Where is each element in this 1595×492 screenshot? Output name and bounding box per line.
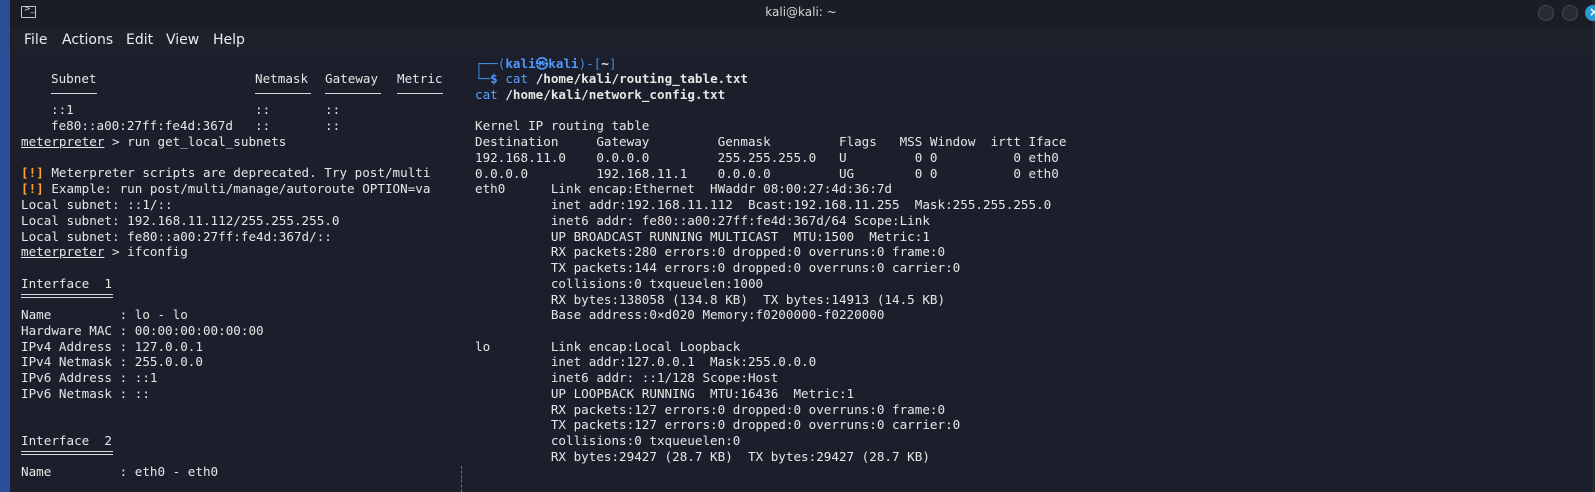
interface-field: Name : eth0 - eth0 (21, 464, 219, 479)
prompt-user: kali (505, 56, 536, 71)
output-line: 192.168.11.0 0.0.0.0 255.255.255.0 U 0 0… (475, 150, 1059, 165)
terminal-pane-right[interactable]: ┌──(kali㉿kali)-[~] └─$ cat /home/kali/ro… (468, 56, 1592, 492)
menu-view[interactable]: View (166, 32, 199, 48)
header-rule (255, 93, 311, 94)
warning-text: Example: run post/multi/manage/autoroute… (43, 181, 431, 196)
header-metric: Metric (397, 71, 443, 86)
output-line: 0.0.0.0 192.168.11.1 0.0.0.0 UG 0 0 0 et… (475, 166, 1059, 181)
output-line: inet6 addr: fe80::a00:27ff:fe4d:367d/64 … (475, 213, 930, 228)
output-line: collisions:0 txqueuelen:1000 (475, 276, 764, 291)
output-line: lo Link encap:Local Loopback (475, 339, 741, 354)
menu-bar: File Actions Edit View Help (10, 26, 1592, 54)
command-line: meterpreter > ifconfig (21, 244, 188, 260)
route-netmask: :: (255, 102, 271, 117)
output-line: UP BROADCAST RUNNING MULTICAST MTU:1500 … (475, 229, 930, 244)
meterpreter-prompt: meterpreter (21, 134, 105, 149)
interface-field: Name : lo - lo (21, 307, 188, 322)
menu-file[interactable]: File (24, 32, 47, 48)
desktop-edge-left (0, 0, 10, 492)
output-line: TX packets:144 errors:0 dropped:0 overru… (475, 260, 961, 275)
shell-command-line: └─$ cat /home/kali/routing_table.txt (475, 71, 748, 86)
command-name: cat (505, 71, 529, 86)
route-netmask: :: (255, 118, 271, 133)
terminal-pane-left[interactable]: Subnet Netmask Gateway Metric ::1 :: :: … (10, 56, 468, 492)
output-line: TX packets:127 errors:0 dropped:0 overru… (475, 417, 961, 432)
output-line: RX bytes:29427 (28.7 KB) TX bytes:29427 … (475, 449, 930, 464)
interface-title: Interface 2 (21, 433, 112, 448)
output-line: eth0 Link encap:Ethernet HWaddr 08:00:27… (475, 181, 893, 196)
prompt-at: ㉿ (535, 56, 549, 71)
interface-field: IPv4 Netmask : 255.0.0.0 (21, 354, 203, 369)
local-subnet-line: Local subnet: 192.168.11.112/255.255.255… (21, 213, 340, 228)
close-button[interactable]: × (1585, 5, 1595, 21)
title-bar: >_ kali@kali: ~ × (10, 0, 1595, 26)
output-line: RX bytes:138058 (134.8 KB) TX bytes:1491… (475, 292, 946, 307)
header-subnet: Subnet (51, 71, 97, 86)
local-subnet-line: Local subnet: fe80::a00:27ff:fe4d:367d/:… (21, 229, 332, 244)
header-gateway: Gateway (325, 71, 379, 86)
command-argument: /home/kali/routing_table.txt (535, 71, 748, 86)
header-rule (397, 93, 443, 94)
route-gateway: :: (325, 118, 341, 133)
header-rule (325, 93, 381, 94)
menu-edit[interactable]: Edit (126, 32, 153, 48)
meterpreter-prompt: meterpreter (21, 244, 105, 259)
interface-field: IPv6 Netmask : :: (21, 386, 150, 401)
command-text: > run get_local_subnets (104, 134, 287, 149)
interface-title: Interface 1 (21, 276, 112, 291)
interface-field: IPv6 Address : ::1 (21, 370, 158, 385)
route-subnet: fe80::a00:27ff:fe4d:367d (51, 118, 233, 133)
shell-prompt-line: ┌──(kali㉿kali)-[~] (475, 56, 617, 71)
warning-line: [!] Example: run post/multi/manage/autor… (21, 181, 430, 197)
prompt-dir: ~ (601, 56, 609, 71)
shell-command-line: cat /home/kali/network_config.txt (475, 87, 725, 103)
output-line: RX packets:127 errors:0 dropped:0 overru… (475, 402, 946, 417)
interface-field: Hardware MAC : 00:00:00:00:00:00 (21, 323, 264, 338)
header-netmask: Netmask (255, 71, 309, 86)
output-line: Destination Gateway Genmask Flags MSS Wi… (475, 134, 1067, 149)
maximize-button[interactable] (1562, 5, 1578, 21)
header-rule (51, 93, 97, 94)
pane-divider[interactable] (461, 466, 462, 492)
warning-text: Meterpreter scripts are deprecated. Try … (43, 165, 431, 180)
window-title: kali@kali: ~ (765, 5, 837, 19)
warning-tag: [!] (21, 165, 44, 180)
output-line: RX packets:280 errors:0 dropped:0 overru… (475, 244, 946, 259)
local-subnet-line: Local subnet: ::1/:: (21, 197, 173, 212)
interface-rule (21, 451, 113, 455)
warning-tag: [!] (21, 181, 44, 196)
output-line: Kernel IP routing table (475, 118, 650, 133)
output-line: UP LOOPBACK RUNNING MTU:16436 Metric:1 (475, 386, 855, 401)
command-argument: /home/kali/network_config.txt (505, 87, 726, 102)
close-icon: × (1589, 5, 1595, 19)
prompt-host: kali (548, 56, 579, 71)
command-text: > ifconfig (104, 244, 188, 259)
output-line: inet6 addr: ::1/128 Scope:Host (475, 370, 779, 385)
output-line: inet addr:192.168.11.112 Bcast:192.168.1… (475, 197, 1052, 212)
output-line: inet addr:127.0.0.1 Mask:255.0.0.0 (475, 354, 817, 369)
interface-rule (21, 294, 113, 298)
interface-field: IPv4 Address : 127.0.0.1 (21, 339, 203, 354)
output-line: collisions:0 txqueuelen:0 (475, 433, 741, 448)
minimize-button[interactable] (1538, 5, 1554, 21)
menu-help[interactable]: Help (213, 32, 245, 48)
route-gateway: :: (325, 102, 341, 117)
warning-line: [!] Meterpreter scripts are deprecated. … (21, 165, 430, 181)
command-line: meterpreter > run get_local_subnets (21, 134, 286, 150)
route-subnet: ::1 (51, 102, 74, 117)
menu-actions[interactable]: Actions (62, 32, 113, 48)
output-line: Base address:0×d020 Memory:f0200000-f022… (475, 307, 885, 322)
command-name: cat (475, 87, 498, 102)
